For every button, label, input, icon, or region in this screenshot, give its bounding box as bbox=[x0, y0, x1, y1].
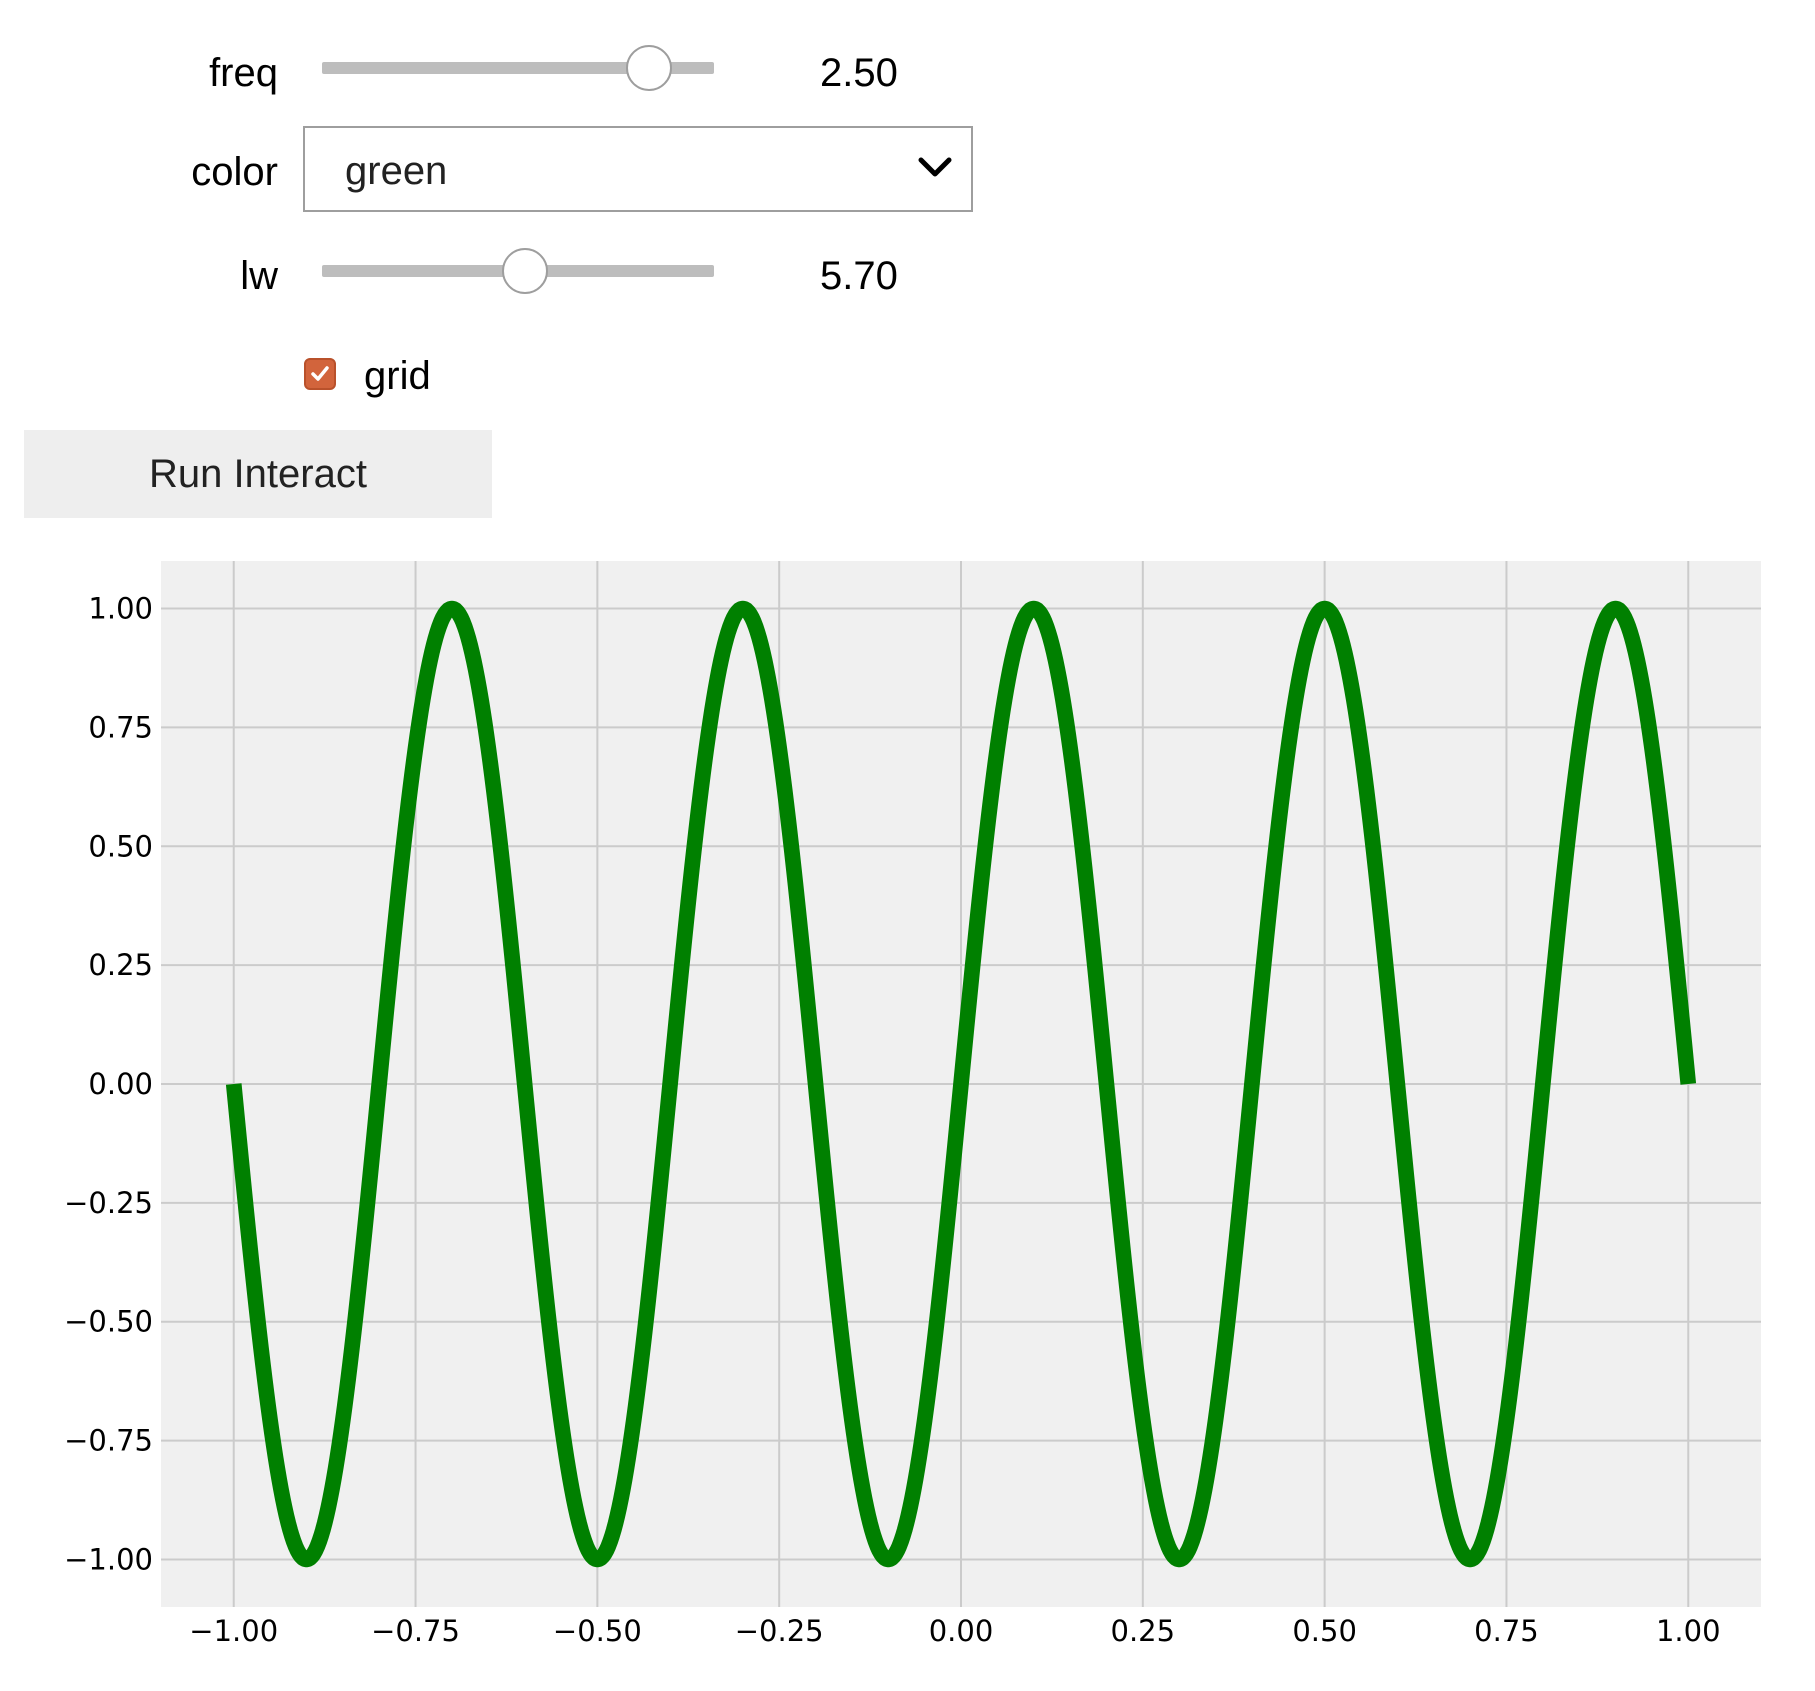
y-tick-label: −0.75 bbox=[64, 1424, 153, 1458]
color-label: color bbox=[191, 150, 278, 194]
lw-slider-thumb[interactable] bbox=[502, 248, 549, 294]
lw-value: 5.70 bbox=[820, 254, 898, 298]
grid-checkbox-label: grid bbox=[364, 354, 431, 398]
y-tick-label: 0.75 bbox=[88, 710, 153, 744]
x-tick-label: 0.00 bbox=[929, 1614, 994, 1648]
lw-label: lw bbox=[240, 254, 278, 298]
x-tick-label: 0.50 bbox=[1292, 1614, 1357, 1648]
grid-checkbox[interactable] bbox=[304, 358, 336, 390]
x-tick-label: 0.25 bbox=[1111, 1614, 1176, 1648]
run-interact-button[interactable]: Run Interact bbox=[24, 430, 492, 518]
y-tick-label: −0.25 bbox=[64, 1186, 153, 1220]
y-tick-label: 0.00 bbox=[88, 1067, 153, 1101]
y-tick-label: 0.25 bbox=[88, 948, 153, 982]
x-tick-label: 0.75 bbox=[1474, 1614, 1539, 1648]
y-tick-label: −0.50 bbox=[64, 1305, 153, 1339]
x-tick-label: −0.75 bbox=[371, 1614, 460, 1648]
freq-value: 2.50 bbox=[820, 51, 898, 95]
sine-plot: −1.00 −0.75 −0.50 −0.25 0.00 0.25 0.50 0.75 1.00… bbox=[64, 561, 1761, 1648]
check-icon bbox=[311, 366, 329, 381]
freq-slider-thumb[interactable] bbox=[625, 45, 672, 91]
x-tick-label: −1.00 bbox=[189, 1614, 278, 1648]
x-tick-label: −0.25 bbox=[735, 1614, 824, 1648]
freq-label: freq bbox=[209, 51, 278, 95]
color-dropdown-value: green bbox=[345, 149, 448, 193]
x-tick-label: −0.50 bbox=[553, 1614, 642, 1648]
chevron-down-icon bbox=[918, 157, 952, 177]
y-tick-label: 1.00 bbox=[88, 592, 153, 626]
x-tick-label: 1.00 bbox=[1656, 1614, 1721, 1648]
color-dropdown[interactable]: green bbox=[303, 126, 973, 212]
y-tick-label: 0.50 bbox=[88, 829, 153, 863]
y-tick-label: −1.00 bbox=[64, 1542, 153, 1576]
